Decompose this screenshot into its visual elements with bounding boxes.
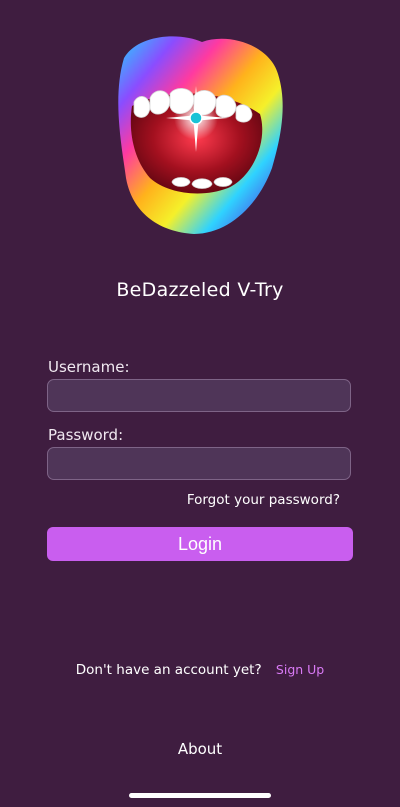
about-link[interactable]: About xyxy=(0,740,400,758)
username-label: Username: xyxy=(48,358,130,376)
signup-link[interactable]: Sign Up xyxy=(276,662,324,677)
password-label: Password: xyxy=(48,426,124,444)
login-button[interactable]: Login xyxy=(47,527,353,561)
logo-icon xyxy=(110,28,290,240)
signup-prompt: Don't have an account yet? xyxy=(75,662,262,678)
forgot-password-link[interactable]: Forgot your password? xyxy=(187,492,340,508)
home-indicator[interactable] xyxy=(129,793,271,798)
username-input[interactable] xyxy=(47,379,351,412)
password-input[interactable] xyxy=(47,447,351,480)
signup-row: Don't have an account yet? Sign Up xyxy=(0,662,400,678)
app-title: BeDazzeled V-Try xyxy=(116,279,284,301)
